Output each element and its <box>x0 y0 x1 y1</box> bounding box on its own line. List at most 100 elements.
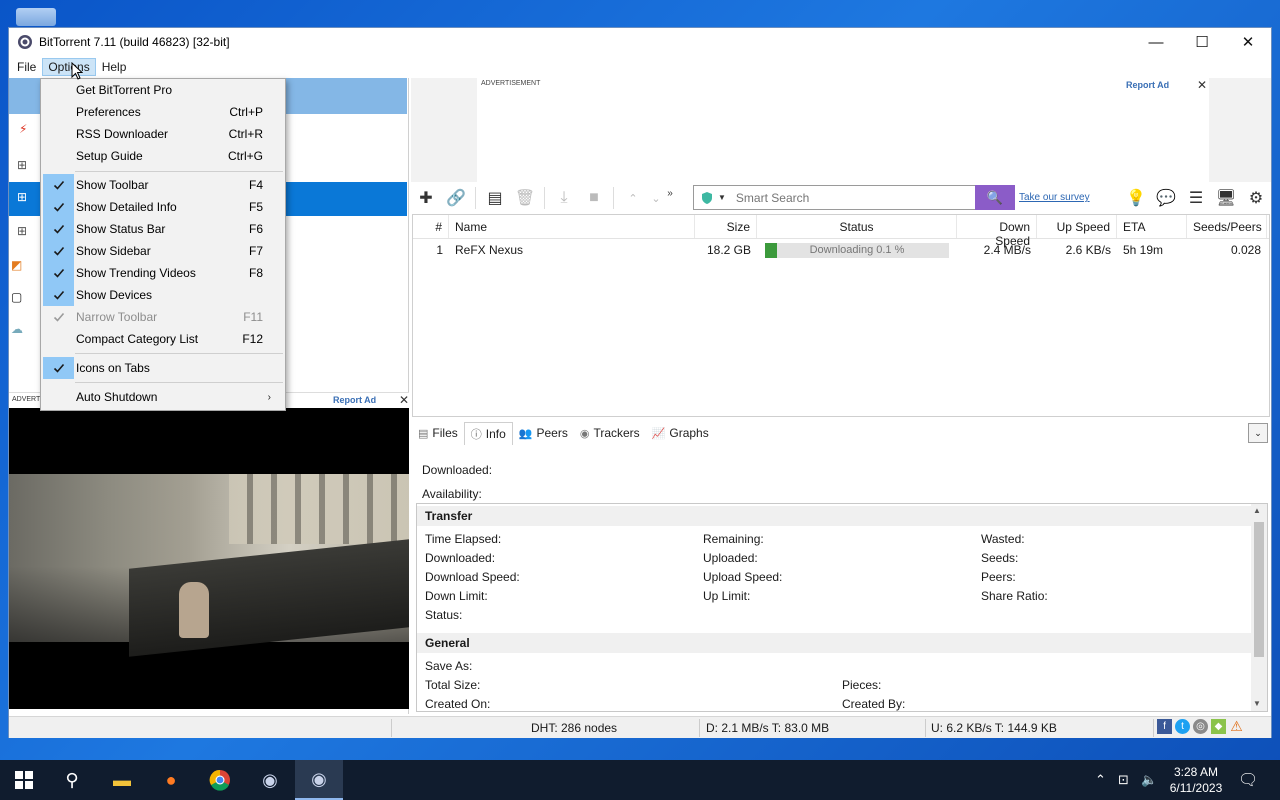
search-input[interactable] <box>735 190 968 205</box>
gear-icon[interactable]: ⚙ <box>1241 185 1271 211</box>
add-link-icon[interactable]: 🔗 <box>441 185 471 211</box>
menu-item-auto-shutdown[interactable]: Auto Shutdown › <box>43 386 283 408</box>
menu-item-shortcut: F5 <box>248 200 263 214</box>
column-header-name[interactable]: Name <box>449 215 695 238</box>
twitter-icon[interactable]: t <box>1175 719 1190 734</box>
search-button[interactable]: 🔍 <box>975 185 1015 210</box>
menu-item-show-detailed-info[interactable]: Show Detailed Info F5 <box>43 196 283 218</box>
delete-icon[interactable]: 🗑 <box>510 185 540 211</box>
expand-icon[interactable]: ⊞ <box>17 224 27 238</box>
close-button[interactable]: ✕ <box>1225 28 1271 56</box>
torrent-name: ReFX Nexus <box>455 243 524 257</box>
tab-info[interactable]: ⓘ Info <box>463 421 513 445</box>
menu-item-preferences[interactable]: Preferences Ctrl+P <box>43 101 283 123</box>
column-header-status[interactable]: Status <box>757 215 957 238</box>
tab-peers[interactable]: 👥 Peers <box>513 423 574 443</box>
chat-icon[interactable]: 💬 <box>1151 185 1181 211</box>
expand-icon[interactable]: ⊞ <box>17 158 27 172</box>
column-header-up-speed[interactable]: Up Speed <box>1037 215 1117 238</box>
check-icon <box>43 284 74 306</box>
check-icon <box>43 386 74 408</box>
column-header-down-speed[interactable]: Down Speed <box>957 215 1037 248</box>
info-scrollbar[interactable]: ▲ ▼ <box>1251 504 1267 711</box>
menu-file[interactable]: File <box>11 58 42 76</box>
table-row[interactable]: 1 ReFX Nexus 18.2 GB Downloading 0.1 % 2… <box>413 239 1269 261</box>
warning-icon[interactable]: ⚠ <box>1229 718 1244 734</box>
report-ad-link[interactable]: Report Ad <box>1126 80 1169 90</box>
create-torrent-icon[interactable]: ▤ <box>480 185 510 211</box>
volume-muted-icon[interactable]: 🔈 <box>1141 760 1157 800</box>
close-ad-icon[interactable]: ✕ <box>399 393 409 407</box>
file-explorer-icon[interactable]: ▬ <box>98 760 146 800</box>
chrome-icon[interactable] <box>196 760 244 800</box>
notification-icon[interactable]: 🗨 <box>1238 760 1258 800</box>
start-button[interactable] <box>0 760 48 800</box>
column-header-seeds-peers[interactable]: Seeds/Peers <box>1187 215 1267 238</box>
column-header-size[interactable]: Size <box>695 215 757 238</box>
download-status[interactable]: D: 2.1 MB/s T: 83.0 MB <box>706 721 829 735</box>
report-ad-link[interactable]: Report Ad <box>333 395 376 405</box>
menu-separator <box>75 353 283 354</box>
column-header-eta[interactable]: ETA <box>1117 215 1187 238</box>
tab-files[interactable]: ▤ Files <box>412 423 464 443</box>
survey-link[interactable]: Take our survey <box>1019 192 1090 203</box>
smart-search-box[interactable]: ▼ 🔍 <box>693 185 1015 210</box>
menu-item-show-status-bar[interactable]: Show Status Bar F6 <box>43 218 283 240</box>
video-frame <box>9 474 409 657</box>
desktop-recycle-bin-icon[interactable] <box>16 8 56 26</box>
menu-help[interactable]: Help <box>96 58 133 76</box>
menu-item-label: Preferences <box>76 105 141 119</box>
clock[interactable]: 3:28 AM 6/11/2023 <box>1160 764 1232 796</box>
add-torrent-button[interactable]: ✚ <box>411 185 441 211</box>
upload-speed-label: Upload Speed: <box>703 570 783 584</box>
tab-graphs[interactable]: 📈 Graphs <box>646 423 715 443</box>
menu-item-get-bittorrent-pro[interactable]: Get BitTorrent Pro <box>43 79 283 101</box>
facebook-icon[interactable]: f <box>1157 719 1172 734</box>
expand-icon[interactable]: ⊞ <box>17 190 27 204</box>
chevron-down-icon[interactable]: ▼ <box>718 193 726 202</box>
upload-status[interactable]: U: 6.2 KB/s T: 144.9 KB <box>931 721 1057 735</box>
search-icon[interactable]: ⚲ <box>48 760 96 800</box>
trending-video-player[interactable] <box>9 408 409 709</box>
start-icon[interactable]: ⤓ <box>549 185 579 211</box>
remote-icon[interactable]: 🖥 <box>1211 185 1241 211</box>
stop-icon[interactable]: ■ <box>579 185 609 211</box>
menu-item-rss-downloader[interactable]: RSS Downloader Ctrl+R <box>43 123 283 145</box>
minimize-button[interactable]: — <box>1133 28 1179 56</box>
menu-item-icons-on-tabs[interactable]: Icons on Tabs <box>43 357 283 379</box>
torrent-list-header: # Name Size Status Down Speed Up Speed E… <box>413 215 1269 248</box>
move-down-icon[interactable]: ⌄ <box>648 185 664 211</box>
bittorrent-active-taskbar-icon[interactable]: ◉ <box>295 760 343 800</box>
firefox-icon[interactable]: ● <box>147 760 195 800</box>
title-bar[interactable]: BitTorrent 7.11 (build 46823) [32-bit] —… <box>9 28 1271 56</box>
more-chevron-icon[interactable]: » <box>664 180 676 206</box>
check-icon <box>43 101 74 123</box>
move-up-icon[interactable]: ⌃ <box>618 185 648 211</box>
torrent-up-speed: 2.6 KB/s <box>1065 243 1111 257</box>
bittorrent-logo-icon <box>18 35 32 49</box>
menu-item-show-sidebar[interactable]: Show Sidebar F7 <box>43 240 283 262</box>
menu-item-compact-category-list[interactable]: Compact Category List F12 <box>43 328 283 350</box>
bittorrent-taskbar-icon[interactable]: ◉ <box>246 760 294 800</box>
lightbulb-icon[interactable]: 💡 <box>1121 185 1151 211</box>
detail-tabs: ▤ Files ⓘ Info 👥 Peers ◉ Trackers 📈 Graphs ⌄ <box>412 421 1270 445</box>
menu-options[interactable]: Options <box>42 58 96 76</box>
maximize-button[interactable]: ☐ <box>1179 28 1225 56</box>
globe-icon[interactable]: ◎ <box>1193 719 1208 734</box>
column-header-num[interactable]: # <box>413 215 449 238</box>
network-icon[interactable]: ⊡ <box>1118 760 1129 800</box>
close-ad-icon[interactable]: ✕ <box>1197 78 1207 92</box>
tray-chevron-icon[interactable]: ⌃ <box>1095 760 1106 800</box>
menu-item-show-trending-videos[interactable]: Show Trending Videos F8 <box>43 262 283 284</box>
list-view-icon[interactable]: ☰ <box>1181 185 1211 211</box>
scroll-thumb[interactable] <box>1254 522 1264 657</box>
menu-item-setup-guide[interactable]: Setup Guide Ctrl+G <box>43 145 283 167</box>
menu-item-show-devices[interactable]: Show Devices <box>43 284 283 306</box>
menu-item-show-toolbar[interactable]: Show Toolbar F4 <box>43 174 283 196</box>
scroll-up-icon[interactable]: ▲ <box>1253 506 1261 515</box>
scroll-down-icon[interactable]: ▼ <box>1253 699 1261 708</box>
collapse-panel-button[interactable]: ⌄ <box>1248 423 1268 443</box>
downloaded-label: Downloaded: <box>425 551 496 565</box>
android-icon[interactable]: ◆ <box>1211 719 1226 734</box>
tab-trackers[interactable]: ◉ Trackers <box>574 423 646 443</box>
